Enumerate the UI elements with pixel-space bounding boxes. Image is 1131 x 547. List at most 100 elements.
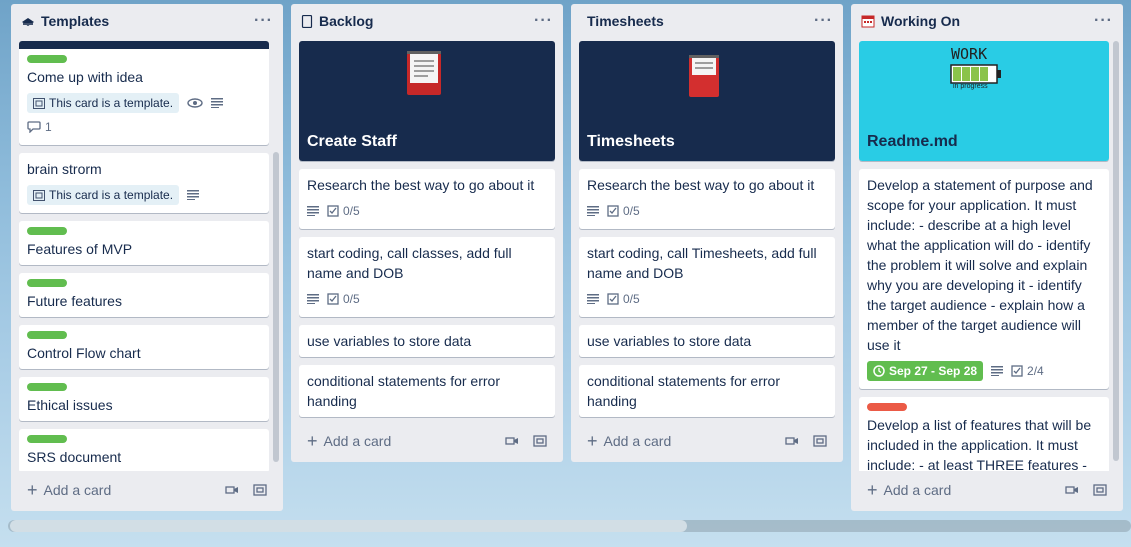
card-title: brain strorm — [27, 161, 102, 177]
horizontal-scrollbar-thumb[interactable] — [10, 520, 687, 532]
card-title: Research the best way to go about it — [587, 177, 815, 193]
checklist-icon — [327, 205, 339, 217]
card[interactable]: Ethical issues — [19, 377, 269, 421]
add-card-button[interactable]: + Add a card — [299, 425, 555, 457]
card-icon — [301, 14, 313, 28]
list-header[interactable]: Timesheets ··· — [571, 4, 843, 38]
list-title: Templates — [41, 13, 110, 29]
video-icon[interactable] — [225, 484, 239, 496]
list-header[interactable]: Templates ··· — [11, 4, 283, 38]
card-title: use variables to store data — [587, 333, 752, 349]
clock-icon — [873, 365, 885, 377]
card[interactable]: Future features — [19, 273, 269, 317]
list-header[interactable]: Working On ··· — [851, 4, 1123, 38]
plus-icon: + — [587, 430, 598, 451]
template-icon — [33, 97, 45, 109]
card-title: Control Flow chart — [27, 345, 141, 361]
list-header[interactable]: Backlog ··· — [291, 4, 563, 38]
card-title: Future features — [27, 293, 122, 309]
checklist-badge: 0/5 — [327, 204, 360, 218]
card[interactable]: Develop a statement of purpose and scope… — [859, 169, 1109, 389]
card-cover: WORK in progress Readme.md — [859, 41, 1109, 161]
card-title: Ethical issues — [27, 397, 113, 413]
card-title: SRS document — [27, 449, 122, 465]
list-menu-button[interactable]: ··· — [254, 12, 273, 30]
notebook-icon — [407, 51, 441, 95]
card-title: Develop a list of features that will be … — [867, 417, 1092, 471]
card[interactable]: Create Staff — [299, 41, 555, 161]
card[interactable]: conditional statements for error handing — [579, 365, 835, 417]
card[interactable]: use variables to store data — [299, 325, 555, 357]
checklist-icon — [327, 293, 339, 305]
label-green — [27, 435, 67, 443]
cover-art-sub: in progress — [953, 83, 988, 90]
label-red — [867, 403, 907, 411]
list-working-on: Working On ··· WORK in progress Readme.m… — [851, 4, 1123, 511]
add-card-button[interactable]: + Add a card — [859, 474, 1115, 506]
plus-icon: + — [307, 430, 318, 451]
checklist-badge: 2/4 — [1011, 364, 1044, 378]
card[interactable]: Control Flow chart — [19, 325, 269, 369]
template-create-icon[interactable] — [1093, 484, 1107, 496]
video-icon[interactable] — [1065, 484, 1079, 496]
cover-art-text: WORK — [951, 45, 988, 63]
checklist-badge: 0/5 — [607, 292, 640, 306]
label-green — [27, 227, 67, 235]
description-icon — [211, 98, 224, 108]
video-icon[interactable] — [505, 435, 519, 447]
board: Templates ··· Come up with idea This car… — [0, 0, 1131, 547]
card-cover — [19, 41, 269, 49]
due-date-badge[interactable]: Sep 27 - Sep 28 — [867, 361, 984, 381]
label-green — [27, 383, 67, 391]
card[interactable]: brain strorm This card is a template. — [19, 153, 269, 213]
checklist-badge: 0/5 — [607, 204, 640, 218]
card-title: Research the best way to go about it — [307, 177, 535, 193]
card[interactable]: Research the best way to go about it 0/5 — [579, 169, 835, 229]
card[interactable]: Research the best way to go about it 0/5 — [299, 169, 555, 229]
card-title: conditional statements for error handing — [587, 373, 780, 409]
cover-title: Timesheets — [587, 133, 675, 150]
card-title: Develop a statement of purpose and scope… — [867, 177, 1093, 353]
card[interactable]: Features of MVP — [19, 221, 269, 265]
card[interactable]: SRS document — [19, 429, 269, 471]
card[interactable]: WORK in progress Readme.md — [859, 41, 1109, 161]
list-title: Backlog — [319, 13, 374, 29]
checklist-icon — [607, 293, 619, 305]
list-menu-button[interactable]: ··· — [1094, 12, 1113, 30]
add-card-button[interactable]: + Add a card — [579, 425, 835, 457]
card-cover: Timesheets — [579, 41, 835, 161]
list-timesheets: Timesheets ··· Timesheets Research the b… — [571, 4, 843, 462]
card[interactable]: start coding, call classes, add full nam… — [299, 237, 555, 317]
template-icon — [33, 189, 45, 201]
checklist-badge: 0/5 — [327, 292, 360, 306]
template-create-icon[interactable] — [253, 484, 267, 496]
list-menu-button[interactable]: ··· — [534, 12, 553, 30]
list-menu-button[interactable]: ··· — [814, 12, 833, 30]
card[interactable]: Timesheets — [579, 41, 835, 161]
card-title: use variables to store data — [307, 333, 472, 349]
description-icon — [991, 366, 1004, 376]
card[interactable]: Come up with idea This card is a templat… — [19, 41, 269, 145]
card[interactable]: start coding, call Timesheets, add full … — [579, 237, 835, 317]
calendar-icon — [861, 14, 875, 28]
list-title: Timesheets — [587, 13, 664, 29]
list-scrollbar[interactable] — [1113, 41, 1119, 461]
add-card-button[interactable]: + Add a card — [19, 474, 275, 506]
card[interactable]: Develop a list of features that will be … — [859, 397, 1109, 471]
card-title: conditional statements for error handing — [307, 373, 500, 409]
checklist-icon — [1011, 365, 1023, 377]
card[interactable]: conditional statements for error handing — [299, 365, 555, 417]
cover-title: Readme.md — [867, 133, 958, 150]
description-icon — [307, 294, 319, 304]
comments-badge: 1 — [27, 120, 52, 134]
template-create-icon[interactable] — [533, 435, 547, 447]
card-title: Come up with idea — [27, 69, 143, 85]
video-icon[interactable] — [785, 435, 799, 447]
label-green — [27, 55, 67, 63]
template-create-icon[interactable] — [813, 435, 827, 447]
timesheet-icon — [689, 55, 719, 97]
card-title: Features of MVP — [27, 241, 133, 257]
list-scrollbar[interactable] — [273, 152, 279, 462]
card[interactable]: use variables to store data — [579, 325, 835, 357]
checklist-icon — [607, 205, 619, 217]
